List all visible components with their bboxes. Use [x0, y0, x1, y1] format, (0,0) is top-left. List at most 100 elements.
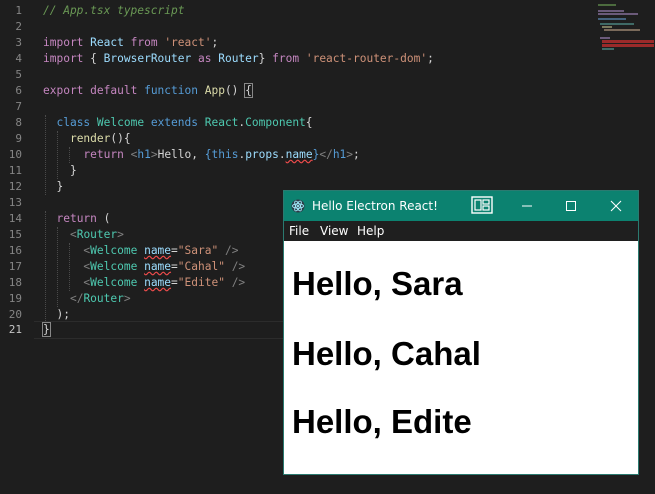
token: } — [69, 164, 77, 177]
line-number: 8 — [15, 116, 22, 129]
token: default — [90, 84, 138, 97]
title-bar[interactable]: Hello Electron React! — [284, 191, 638, 221]
token: this — [211, 148, 239, 161]
code-line-8: class Welcome extends React.Component{ — [43, 115, 313, 131]
token: "Cahal" — [177, 260, 225, 273]
line-number: 11 — [8, 164, 22, 177]
token: /> — [231, 276, 246, 289]
token: import — [43, 36, 84, 49]
token: 'react-router-dom' — [305, 52, 428, 65]
minimap-line — [600, 23, 634, 25]
menu-help[interactable]: Help — [357, 224, 384, 238]
code-line-10: return <h1>Hello, {this.props.name}</h1>… — [43, 147, 360, 163]
code-line-1: // App.tsx typescript — [43, 3, 184, 19]
token: React — [90, 36, 124, 49]
code-line-16: <Welcome name="Sara" /> — [43, 243, 238, 259]
close-button[interactable] — [594, 191, 638, 221]
token: h1 — [137, 148, 151, 161]
token: render — [69, 132, 111, 145]
line-number: 4 — [15, 52, 22, 65]
token: } — [56, 180, 64, 193]
token: props — [245, 148, 279, 161]
token: as — [197, 52, 212, 65]
token: = — [171, 260, 178, 273]
greeting-heading: Hello, Cahal — [292, 335, 481, 372]
code-line-14: return ( — [43, 211, 110, 227]
code-line-3: import React from 'react'; — [43, 35, 218, 51]
code-line-4: import { BrowserRouter as Router} from '… — [43, 51, 434, 67]
code-line-18: <Welcome name="Edite" /> — [43, 275, 245, 291]
minimap-line — [598, 13, 638, 15]
token: } — [42, 322, 51, 337]
electron-app-window[interactable]: Hello Electron React! File View Help Hel… — [283, 190, 639, 475]
line-number: 13 — [8, 196, 22, 209]
token: = — [171, 244, 178, 257]
code-line-6: export default function App() { — [43, 83, 253, 99]
token: = — [171, 276, 178, 289]
token: h1 — [332, 148, 347, 161]
token: export — [43, 84, 84, 97]
token: ); — [56, 308, 70, 321]
menu-view[interactable]: View — [320, 224, 348, 238]
line-number: 16 — [8, 244, 22, 257]
line-number: 17 — [8, 260, 22, 273]
electron-atom-icon — [291, 199, 305, 213]
token: { — [90, 52, 97, 65]
code-line-12: } — [43, 179, 63, 195]
line-number: 12 — [8, 180, 22, 193]
minimap-line — [602, 26, 612, 28]
token: . — [278, 148, 286, 161]
token: Welcome — [90, 244, 138, 257]
token: /> — [224, 244, 239, 257]
token: name — [285, 148, 313, 161]
token: return — [56, 212, 97, 225]
menu-file[interactable]: File — [289, 224, 309, 238]
token: > — [117, 228, 124, 241]
token: Router — [218, 52, 259, 65]
token: < — [69, 228, 77, 241]
token: ; — [427, 52, 434, 65]
line-number: 10 — [8, 148, 22, 161]
token: > — [150, 148, 158, 161]
line-number: 18 — [8, 276, 22, 289]
token: { — [305, 116, 313, 129]
minimize-button[interactable] — [505, 191, 549, 221]
snap-layout-icon[interactable] — [471, 196, 493, 214]
token: "Edite" — [177, 276, 225, 289]
token: </ — [69, 292, 84, 305]
token: name — [144, 244, 172, 257]
token: (){ — [110, 132, 131, 145]
code-line-15: <Router> — [43, 227, 124, 243]
line-number: 15 — [8, 228, 22, 241]
token: class — [56, 116, 91, 129]
maximize-icon — [566, 201, 576, 211]
minimap[interactable] — [590, 0, 655, 60]
minimap-line — [598, 4, 616, 6]
token: () — [224, 84, 239, 97]
minimap-line — [602, 48, 614, 50]
token: Router — [76, 228, 118, 241]
line-number: 6 — [15, 84, 22, 97]
line-number-active: 21 — [8, 323, 22, 336]
minimap-line — [598, 18, 626, 20]
line-number: 19 — [8, 292, 22, 305]
token: extends — [150, 116, 198, 129]
code-line-17: <Welcome name="Cahal" /> — [43, 259, 245, 275]
token: return — [83, 148, 124, 161]
window-title: Hello Electron React! — [312, 199, 438, 213]
menu-bar: File View Help — [284, 221, 638, 241]
code-line-19: </Router> — [43, 291, 131, 307]
token: ; — [353, 148, 360, 161]
close-icon — [610, 200, 622, 212]
token: from — [130, 36, 158, 49]
token: ( — [103, 212, 111, 225]
line-number: 20 — [8, 308, 22, 321]
minimap-line — [604, 29, 640, 31]
minimap-line — [598, 10, 624, 12]
code-line-20: ); — [43, 307, 70, 323]
token: name — [144, 260, 172, 273]
maximize-button[interactable] — [549, 191, 593, 221]
comment: // App.tsx typescript — [43, 4, 185, 17]
token: } — [258, 52, 266, 65]
line-number: 2 — [15, 20, 22, 33]
